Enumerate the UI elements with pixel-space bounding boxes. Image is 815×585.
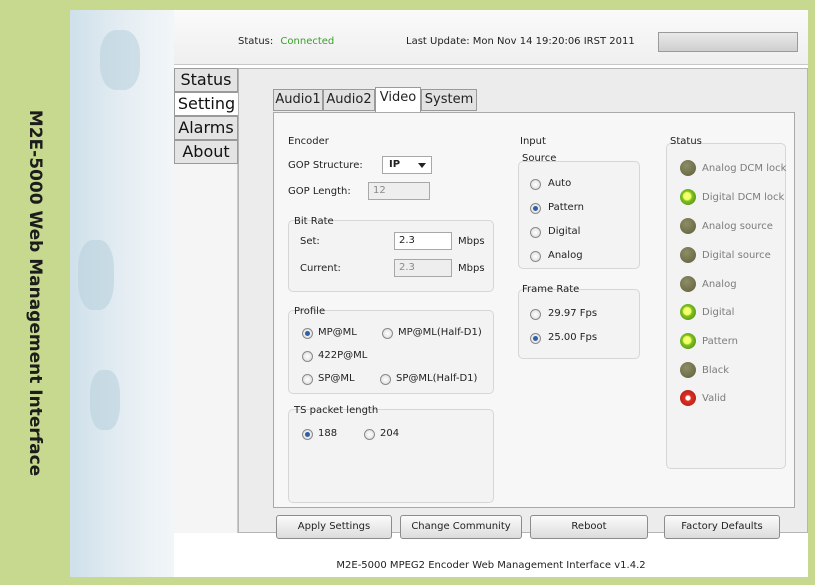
video-settings-content: Encoder GOP Structure: IP GOP Length: 12…	[273, 112, 795, 508]
source-radio-digital[interactable]	[530, 227, 541, 238]
status-label: Status:	[238, 36, 274, 47]
settings-panel: Audio1 Audio2 Video System Encoder GOP S…	[238, 68, 808, 533]
source-option-label: Analog	[548, 250, 583, 261]
framerate-option-label: 25.00 Fps	[548, 332, 598, 343]
profile-option-label: MP@ML	[318, 327, 357, 338]
led-label: Pattern	[702, 336, 738, 347]
led-label: Digital DCM lock	[702, 192, 785, 203]
profile-radio-mp-ml-half[interactable]	[382, 328, 393, 339]
factory-defaults-button[interactable]: Factory Defaults	[664, 515, 780, 539]
menu-item-alarms[interactable]: Alarms	[174, 116, 238, 140]
source-option-label: Pattern	[548, 202, 584, 213]
profile-radio-422p-ml[interactable]	[302, 351, 313, 362]
banner-title: M2E-5000 Web Management Interface	[25, 109, 45, 476]
profile-option-label: 422P@ML	[318, 350, 368, 361]
source-radio-analog[interactable]	[530, 251, 541, 262]
side-banner: M2E-5000 Web Management Interface	[0, 10, 70, 575]
gop-length-label: GOP Length:	[288, 186, 351, 197]
reboot-button[interactable]: Reboot	[530, 515, 648, 539]
digital-dcm-lock-led	[680, 189, 696, 205]
led-label: Digital	[702, 307, 735, 318]
profile-radio-sp-ml-half[interactable]	[380, 374, 391, 385]
bitrate-current-unit: Mbps	[458, 263, 485, 274]
status-panel-title: Status	[670, 136, 702, 147]
tab-video[interactable]: Video	[375, 87, 421, 112]
status-value: Connected	[280, 36, 335, 47]
gop-length-field[interactable]: 12	[368, 182, 430, 200]
decorative-sidebar-image	[70, 10, 174, 577]
ts-radio-188[interactable]	[302, 429, 313, 440]
encoder-title: Encoder	[288, 136, 329, 147]
source-radio-auto[interactable]	[530, 179, 541, 190]
led-label: Digital source	[702, 250, 771, 261]
ts-option-label: 188	[318, 428, 338, 439]
led-label: Valid	[702, 393, 727, 404]
led-label: Analog source	[702, 221, 773, 232]
profile-option-label: SP@ML(Half-D1)	[396, 373, 478, 384]
valid-led	[680, 390, 696, 406]
connection-status: Status: Connected	[238, 36, 334, 47]
source-radio-pattern[interactable]	[530, 203, 541, 214]
header-action-button[interactable]	[658, 32, 798, 52]
ts-packet-group	[288, 409, 494, 503]
framerate-option-label: 29.97 Fps	[548, 308, 598, 319]
tab-audio1[interactable]: Audio1	[273, 89, 323, 111]
menu-item-setting[interactable]: Setting	[174, 92, 238, 116]
gop-structure-select[interactable]: IP	[382, 156, 432, 174]
left-menu: Status Setting Alarms About	[174, 68, 238, 533]
framerate-radio-25[interactable]	[530, 333, 541, 344]
frame-rate-group	[518, 289, 640, 359]
tab-system[interactable]: System	[421, 89, 477, 111]
footer-version: M2E-5000 MPEG2 Encoder Web Management In…	[336, 560, 646, 571]
input-title: Input	[520, 136, 546, 147]
ts-packet-title: TS packet length	[294, 405, 379, 416]
led-label: Analog	[702, 279, 737, 290]
led-label: Black	[702, 365, 730, 376]
profile-title: Profile	[294, 306, 326, 317]
ts-option-label: 204	[380, 428, 400, 439]
main-frame: Status: Connected Last Update: Mon Nov 1…	[70, 10, 808, 577]
profile-option-label: SP@ML	[318, 373, 355, 384]
bitrate-current-label: Current:	[300, 263, 341, 274]
change-community-button[interactable]: Change Community	[400, 515, 522, 539]
bitrate-title: Bit Rate	[294, 216, 334, 227]
gop-structure-value: IP	[389, 159, 401, 170]
digital-source-led	[680, 247, 696, 263]
digital-led	[680, 304, 696, 320]
profile-option-label: MP@ML(Half-D1)	[398, 327, 482, 338]
analog-source-led	[680, 218, 696, 234]
led-label: Analog DCM lock	[702, 163, 787, 174]
framerate-radio-2997[interactable]	[530, 309, 541, 320]
analog-led	[680, 276, 696, 292]
ts-radio-204[interactable]	[364, 429, 375, 440]
gop-structure-label: GOP Structure:	[288, 160, 363, 171]
pattern-led	[680, 333, 696, 349]
black-led	[680, 362, 696, 378]
last-update: Last Update: Mon Nov 14 19:20:06 IRST 20…	[406, 36, 635, 47]
bitrate-group	[288, 220, 494, 292]
profile-radio-mp-ml[interactable]	[302, 328, 313, 339]
profile-radio-sp-ml[interactable]	[302, 374, 313, 385]
frame-rate-title: Frame Rate	[522, 284, 580, 295]
apply-settings-button[interactable]: Apply Settings	[276, 515, 392, 539]
tab-audio2[interactable]: Audio2	[323, 89, 375, 111]
analog-dcm-lock-led	[680, 160, 696, 176]
status-header: Status: Connected Last Update: Mon Nov 1…	[174, 10, 808, 65]
source-title: Source	[522, 153, 557, 164]
menu-item-about[interactable]: About	[174, 140, 238, 164]
source-option-label: Auto	[548, 178, 572, 189]
bitrate-set-label: Set:	[300, 236, 320, 247]
bitrate-set-field[interactable]: 2.3	[394, 232, 452, 250]
bitrate-set-unit: Mbps	[458, 236, 485, 247]
source-option-label: Digital	[548, 226, 581, 237]
menu-item-status[interactable]: Status	[174, 68, 238, 92]
chevron-down-icon	[418, 163, 426, 168]
bitrate-current-field: 2.3	[394, 259, 452, 277]
